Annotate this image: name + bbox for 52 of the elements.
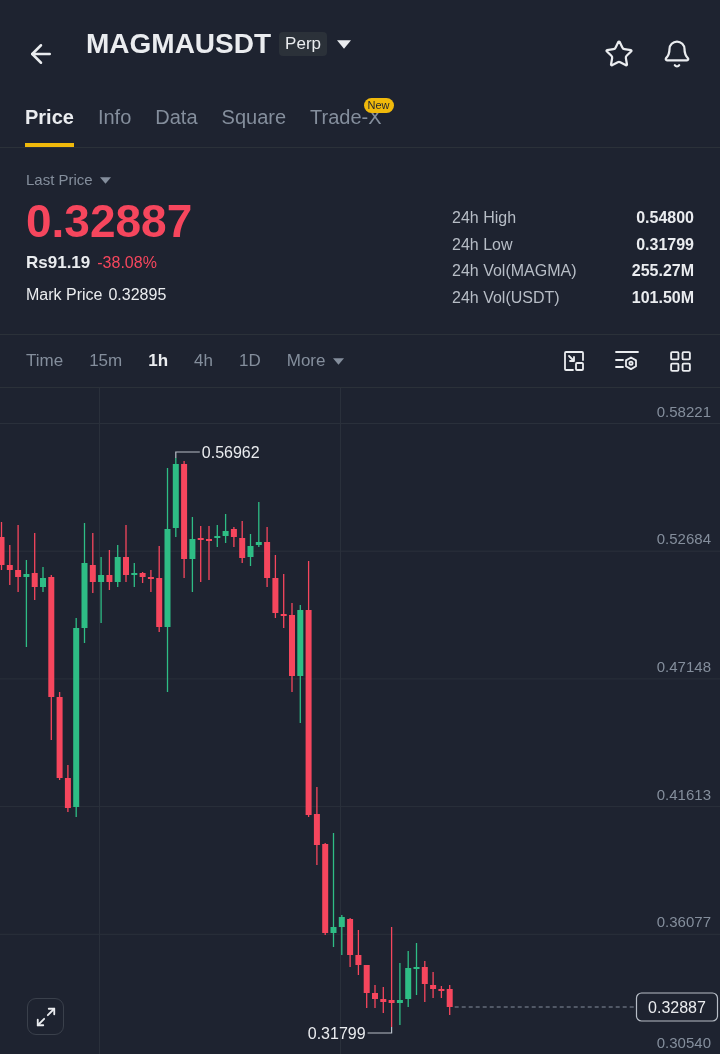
more-menu-button[interactable]: More (286, 348, 345, 374)
last-price-label[interactable]: Last Price (26, 168, 93, 192)
expand-icon (34, 1005, 57, 1028)
tab[interactable]: Info (97, 98, 132, 147)
mark-price-value: 0.32895 (108, 285, 167, 305)
bell-icon[interactable] (662, 39, 692, 69)
new-badge: New (363, 98, 394, 113)
axis-label: 0.47148 (656, 657, 711, 675)
stat-label: 24h Vol(MAGMA) (452, 261, 577, 282)
tab[interactable]: Data (155, 98, 198, 147)
axis-label: 0.41613 (656, 785, 711, 803)
stat-label: 24h Low (452, 234, 513, 255)
stat-label: 24h Vol(USDT) (452, 288, 560, 309)
price-change: -38.08% (97, 253, 157, 273)
expand-button[interactable] (27, 998, 64, 1035)
stat-value: 0.54800 (636, 208, 694, 229)
grid-icon[interactable] (668, 348, 693, 374)
price-label: 0.56962 (201, 444, 260, 461)
symbol-title[interactable]: MAGMAUSDT (86, 27, 272, 61)
tab[interactable]: Price (25, 98, 74, 147)
stat-value: 0.31799 (636, 234, 694, 255)
caret-icon (99, 176, 111, 184)
stat-label: 24h High (452, 208, 517, 229)
tab[interactable]: Square (221, 98, 287, 147)
interval-tab[interactable]: Time (26, 348, 64, 374)
axis-label: 0.36077 (656, 913, 711, 931)
picture-in-picture-icon[interactable] (562, 349, 586, 373)
interval-tab[interactable]: 1h (148, 348, 169, 374)
leader-line (175, 451, 201, 459)
candle (206, 525, 212, 581)
contract-badge: Perp (279, 32, 327, 56)
axis-label: 0.58221 (656, 402, 711, 420)
leader-line (367, 1026, 393, 1034)
candle (123, 524, 129, 583)
interval-tab[interactable]: 1D (239, 348, 261, 374)
interval-tab[interactable]: 4h (194, 348, 213, 374)
caret-icon (337, 39, 351, 49)
mark-price-label: Mark Price (26, 285, 103, 305)
axis-label: 0.30540 (656, 1034, 711, 1051)
fiat-price: Rs91.19 (26, 252, 91, 275)
stat-value: 101.50M (631, 288, 694, 309)
settings-icon[interactable] (614, 349, 640, 373)
price-label: 0.31799 (307, 1025, 366, 1042)
caret-icon (333, 357, 345, 365)
interval-tab[interactable]: 15m (89, 348, 123, 374)
last-price-value: 0.32887 (26, 197, 193, 245)
candle (40, 566, 46, 593)
star-icon[interactable] (604, 39, 634, 69)
stat-value: 255.27M (631, 261, 694, 282)
last-price-tag: 0.32887 (635, 992, 719, 1022)
axis-label: 0.52684 (656, 530, 711, 548)
candle (372, 984, 378, 1009)
